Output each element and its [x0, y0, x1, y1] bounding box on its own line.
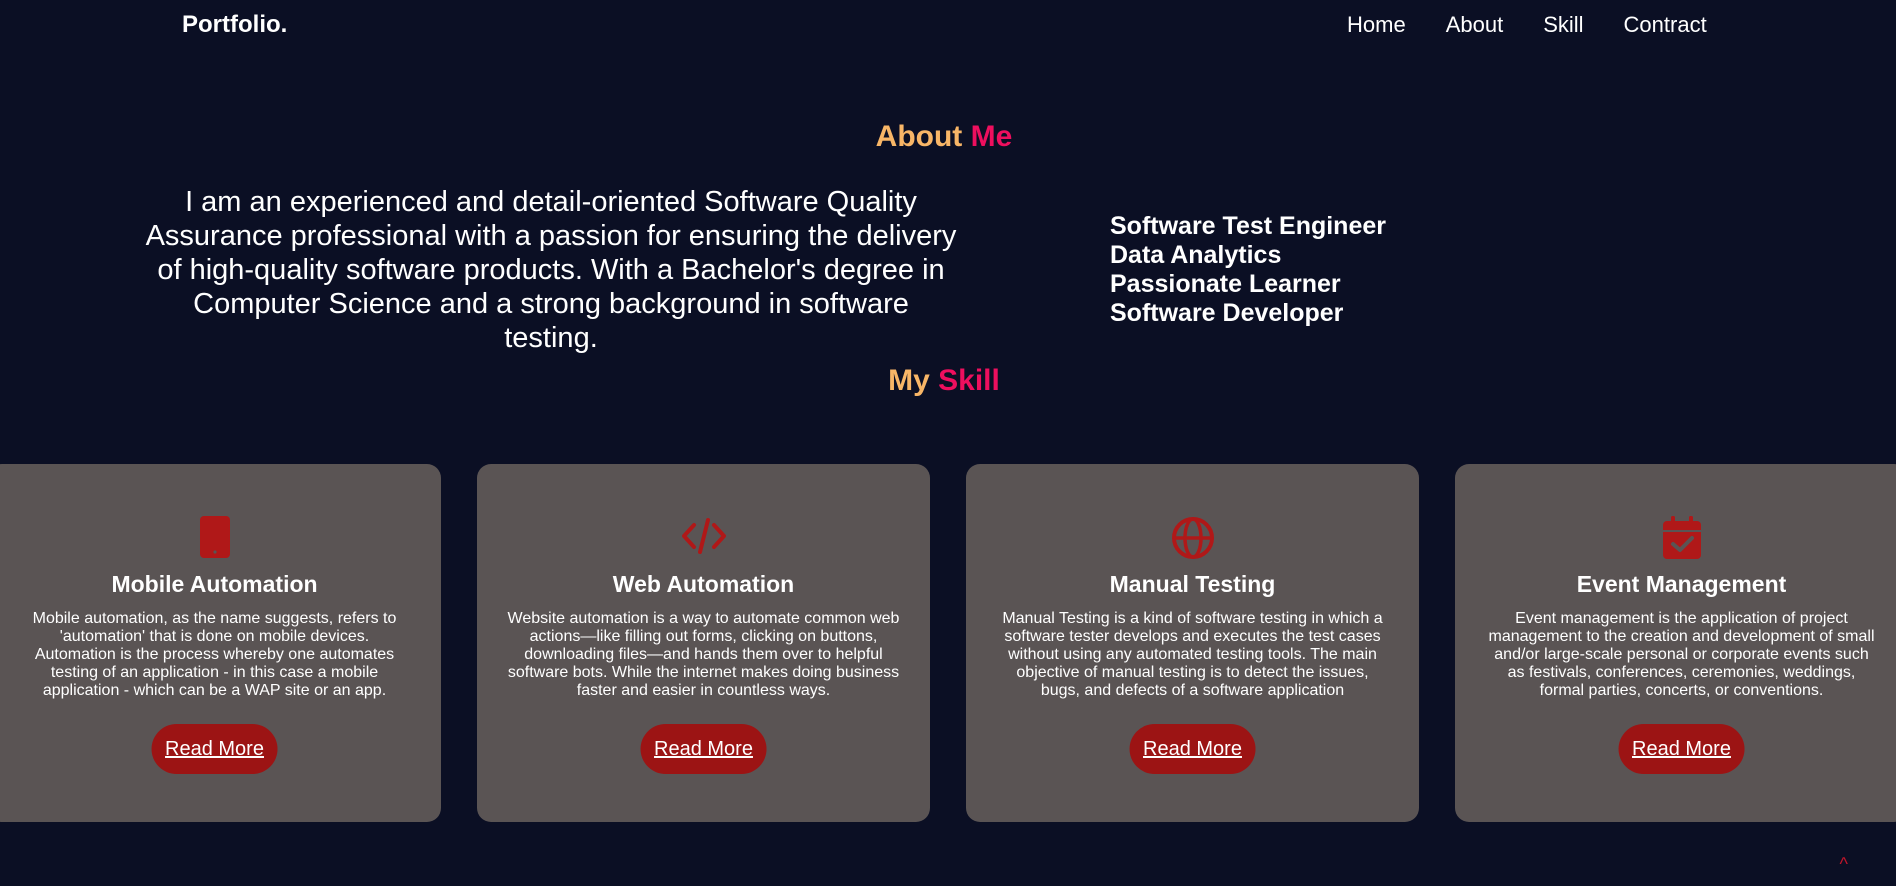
read-more-button[interactable]: Read More: [1129, 724, 1256, 774]
nav-skill[interactable]: Skill: [1543, 12, 1583, 38]
skill-cards: Mobile Automation Mobile automation, as …: [0, 464, 1896, 822]
role-item: Passionate Learner: [1110, 270, 1341, 298]
skill-card-mobile-automation: Mobile Automation Mobile automation, as …: [0, 464, 441, 822]
about-title-word1: About: [875, 120, 963, 153]
card-title: Manual Testing: [1109, 571, 1276, 597]
skill-card-web-automation: Web Automation Website automation is a w…: [477, 464, 930, 822]
skill-title: My Skill: [0, 364, 1888, 398]
roles-list: Software Test Engineer Data Analytics Pa…: [1110, 212, 1386, 328]
logo[interactable]: Portfolio.: [182, 11, 287, 39]
about-title-word2: Me: [970, 120, 1013, 153]
card-title: Web Automation: [612, 571, 795, 597]
read-more-button[interactable]: Read More: [151, 724, 278, 774]
read-more-button[interactable]: Read More: [1618, 724, 1745, 774]
card-description: Website automation is a way to automate …: [507, 610, 900, 699]
about-text: I am an experienced and detail-oriented …: [145, 186, 957, 354]
card-description: Manual Testing is a kind of software tes…: [1002, 610, 1383, 699]
code-icon: [477, 516, 930, 556]
globe-icon: [966, 516, 1419, 559]
role-item: Software Test Engineer: [1110, 212, 1386, 240]
card-title: Event Management: [1576, 571, 1787, 597]
nav-about[interactable]: About: [1446, 12, 1504, 38]
page: Portfolio. Home About Skill Contract Abo…: [0, 0, 1896, 886]
nav-contract[interactable]: Contract: [1624, 12, 1707, 38]
about-title: About Me: [0, 120, 1888, 154]
scroll-to-top-button[interactable]: ^: [1840, 854, 1848, 875]
calendar-check-icon: [1455, 516, 1896, 559]
nav-home[interactable]: Home: [1347, 12, 1406, 38]
skill-title-word1: My: [888, 364, 930, 397]
main-nav: Home About Skill Contract: [1347, 12, 1747, 38]
card-title: Mobile Automation: [111, 571, 318, 597]
skill-title-word2: Skill: [938, 364, 1000, 397]
role-item: Software Developer: [1110, 299, 1344, 327]
skill-card-manual-testing: Manual Testing Manual Testing is a kind …: [966, 464, 1419, 822]
role-item: Data Analytics: [1110, 241, 1282, 269]
card-description: Mobile automation, as the name suggests,…: [32, 610, 397, 699]
skill-card-event-management: Event Management Event management is the…: [1455, 464, 1896, 822]
read-more-button[interactable]: Read More: [640, 724, 767, 774]
card-description: Event management is the application of p…: [1488, 610, 1875, 699]
mobile-icon: [0, 516, 441, 558]
